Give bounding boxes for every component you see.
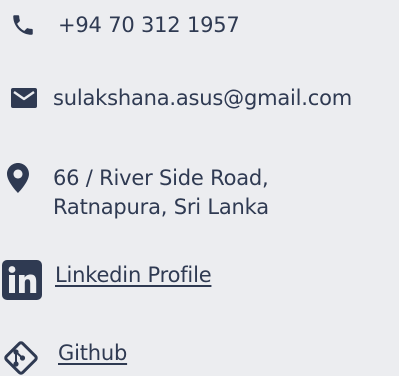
phone-icon [10,12,36,38]
git-icon[interactable] [3,340,39,376]
map-marker-icon [7,163,29,193]
linkedin-icon[interactable] [2,260,42,300]
linkedin-profile-link[interactable]: Linkedin Profile [55,262,212,289]
email-address: sulakshana.asus@gmail.com [53,86,352,110]
envelope-icon [11,88,37,108]
address-line-1: 66 / River Side Road, [53,166,269,190]
phone-number: +94 70 312 1957 [58,13,240,37]
github-link[interactable]: Github [58,340,127,367]
address-line-2: Ratnapura, Sri Lanka [53,195,269,219]
